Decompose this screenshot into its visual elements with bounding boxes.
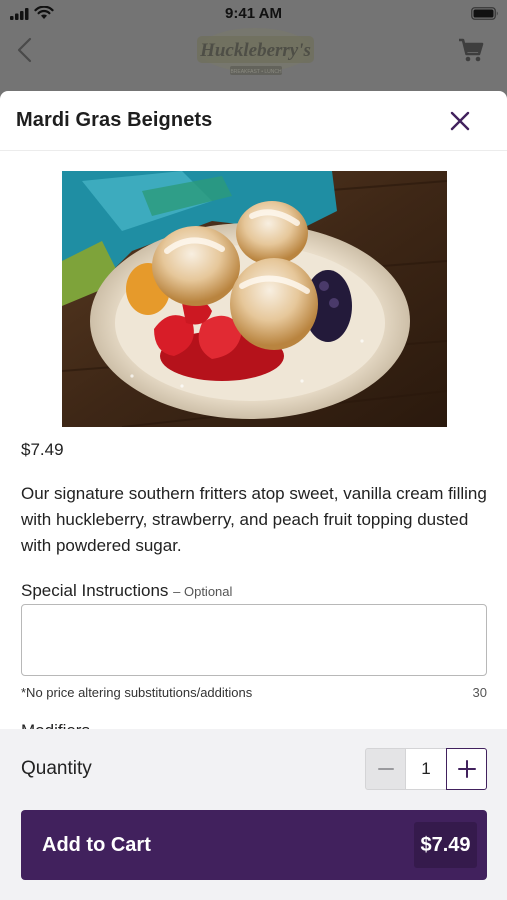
decrease-quantity-button[interactable] [365, 748, 406, 790]
substitution-note: *No price altering substitutions/additio… [21, 685, 253, 700]
close-button[interactable] [444, 106, 476, 136]
item-description: Our signature southern fritters atop swe… [21, 484, 487, 555]
increase-quantity-button[interactable] [446, 748, 487, 790]
item-title: Mardi Gras Beignets [16, 109, 213, 131]
battery-icon [471, 7, 498, 20]
char-limit-counter: 30 [472, 685, 487, 700]
quantity-stepper: 1 [365, 748, 487, 790]
minus-icon [377, 768, 394, 770]
sheet-header: Mardi Gras Beignets [0, 91, 507, 151]
item-price: $7.49 [21, 440, 64, 459]
item-detail-sheet: Mardi Gras Beignets $7.49 Our signature … [0, 91, 507, 900]
svg-text:BREAKFAST • LUNCH: BREAKFAST • LUNCH [230, 69, 282, 75]
cart-icon[interactable] [457, 36, 485, 64]
special-instructions-label: Special Instructions – Optional [21, 581, 232, 601]
plus-icon [457, 760, 476, 778]
optional-tag: – Optional [173, 584, 233, 599]
special-instructions-title: Special Instructions [21, 581, 169, 600]
quantity-value: 1 [406, 748, 446, 790]
product-image [62, 171, 447, 427]
brand-logo: Huckleberry's BREAKFAST • LUNCH [197, 28, 314, 75]
close-icon [450, 111, 470, 131]
status-time: 9:41 AM [225, 5, 282, 22]
quantity-label: Quantity [21, 758, 92, 779]
add-to-cart-label: Add to Cart [42, 834, 151, 856]
back-chevron-icon[interactable] [14, 36, 36, 64]
sheet-footer: Quantity 1 Add to Cart $7.49 [0, 729, 507, 900]
svg-text:Huckleberry's: Huckleberry's [199, 40, 311, 61]
special-instructions-input[interactable] [21, 604, 487, 676]
add-to-cart-price: $7.49 [414, 822, 477, 868]
add-to-cart-button[interactable]: Add to Cart $7.49 [21, 810, 487, 880]
